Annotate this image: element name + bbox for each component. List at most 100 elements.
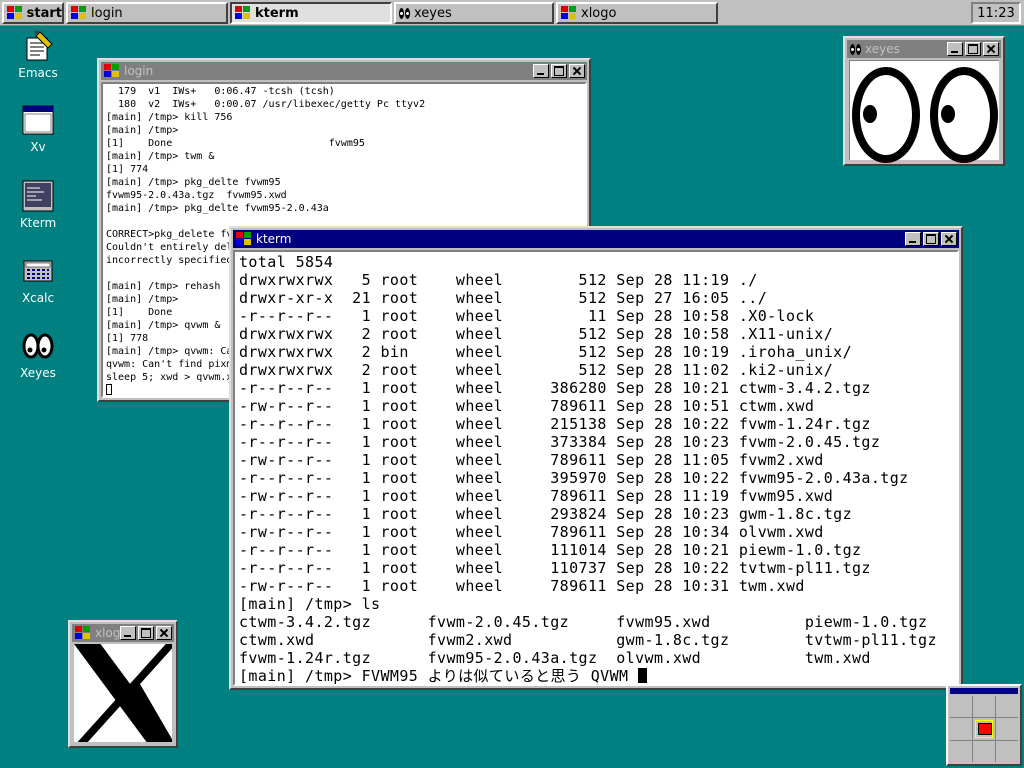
pager-desk[interactable] (950, 718, 972, 740)
text-cursor (106, 384, 112, 395)
xeyes-titlebar[interactable]: xeyes (847, 40, 1001, 58)
xeyes-icon (22, 330, 54, 362)
desktop-icon-xcalc[interactable]: Xcalc (8, 255, 68, 305)
listing-row: -r--r--r-- 1 root wheel 373384 Sep 28 10… (239, 433, 881, 451)
ls-output: ctwm-3.4.2.tgz fvwm-2.0.45.tgz fvwm95.xw… (239, 613, 937, 667)
minimize-button[interactable] (533, 64, 549, 78)
left-eye (852, 67, 920, 163)
xlogo-window[interactable]: xlogo (68, 620, 178, 748)
close-button[interactable] (983, 42, 999, 56)
terminal-line: [1] Done fvwm95 (106, 138, 365, 149)
icon-label: Kterm (19, 216, 57, 230)
xcalc-icon (22, 255, 54, 287)
pager-desk-current[interactable] (973, 718, 995, 740)
window-menu-icon[interactable] (236, 232, 252, 246)
total-line: total 5854 (239, 253, 334, 271)
x-logo-icon (74, 644, 172, 742)
kterm-titlebar[interactable]: kterm (233, 230, 959, 248)
xeyes-icon[interactable] (850, 43, 861, 55)
close-button[interactable] (156, 626, 172, 640)
listing-row: drwxr-xr-x 21 root wheel 512 Sep 27 16:0… (239, 289, 768, 307)
window-menu-icon[interactable] (75, 626, 91, 640)
task-button-login[interactable]: login (66, 2, 228, 24)
minimize-button[interactable] (120, 626, 136, 640)
emacs-icon (22, 30, 54, 62)
task-label: xlogo (581, 5, 617, 21)
desktop-icon-emacs[interactable]: Emacs (8, 30, 68, 80)
listing-row: -rw-r--r-- 1 root wheel 789611 Sep 28 11… (239, 451, 824, 469)
ls-long-listing: drwxrwxrwx 5 root wheel 512 Sep 28 11:19… (239, 271, 909, 595)
minimize-button[interactable] (947, 42, 963, 56)
task-button-xeyes[interactable]: xeyes (394, 2, 554, 24)
task-button-kterm[interactable]: kterm (230, 2, 392, 24)
listing-row: -r--r--r-- 1 root wheel 111014 Sep 28 10… (239, 541, 862, 559)
kterm-icon (22, 180, 54, 212)
terminal-line: 179 v1 IWs+ 0:06.47 -tcsh (tcsh) (106, 86, 335, 97)
listing-row: drwxrwxrwx 2 root wheel 512 Sep 28 10:58… (239, 325, 834, 343)
desktop-icon-kterm[interactable]: Kterm (8, 180, 68, 230)
pager-window-thumb[interactable] (978, 723, 992, 736)
maximize-button[interactable] (923, 232, 939, 246)
xeyes-window[interactable]: xeyes (843, 36, 1005, 166)
xlogo-titlebar[interactable]: xlogo (72, 624, 174, 642)
maximize-button[interactable] (138, 626, 154, 640)
pager-desk[interactable] (996, 718, 1018, 740)
window-title: kterm (256, 232, 292, 246)
close-button[interactable] (569, 64, 585, 78)
maximize-button[interactable] (965, 42, 981, 56)
terminal-line: [main] /tmp> pkg_delte fvwm95 (106, 177, 281, 188)
task-label: login (91, 5, 123, 21)
terminal-line: incorrectly specified?) (106, 255, 245, 266)
listing-row: -rw-r--r-- 1 root wheel 789611 Sep 28 10… (239, 577, 805, 595)
ls-output-row: ctwm-3.4.2.tgz fvwm-2.0.45.tgz fvwm95.xw… (239, 613, 928, 631)
left-pupil (863, 105, 877, 123)
xv-icon (22, 104, 54, 136)
desktop-pager[interactable] (946, 684, 1022, 766)
terminal-line: [main] /tmp> (106, 125, 179, 136)
ls-output-row: fvwm-1.24r.tgz fvwm95-2.0.43a.tgz olvwm.… (239, 649, 871, 667)
close-button[interactable] (941, 232, 957, 246)
login-titlebar[interactable]: login (101, 62, 587, 80)
listing-row: -r--r--r-- 1 root wheel 110737 Sep 28 10… (239, 559, 871, 577)
terminal-line: [main] /tmp> kill 756 (106, 112, 233, 123)
terminal-line: [1] 774 (106, 164, 149, 175)
terminal-line: [main] /tmp> (106, 294, 179, 305)
windows-logo-icon (7, 6, 23, 20)
icon-label: Xcalc (21, 291, 55, 305)
pager-desk[interactable] (996, 740, 1018, 762)
pager-desk[interactable] (973, 696, 995, 718)
terminal-line: 180 v2 IWs+ 0:00.07 /usr/libexec/getty P… (106, 99, 426, 110)
window-menu-icon[interactable] (104, 64, 120, 78)
terminal-line: [main] /tmp> rehash (106, 281, 221, 292)
terminal-output: total 5854 drwxrwxrwx 5 root wheel 512 S… (235, 252, 957, 684)
right-pupil (941, 105, 955, 123)
desktop-icon-xv[interactable]: Xv (8, 104, 68, 154)
maximize-button[interactable] (551, 64, 567, 78)
pager-desk[interactable] (973, 740, 995, 762)
desktop-icon-xeyes[interactable]: Xeyes (8, 330, 68, 380)
kterm-window[interactable]: kterm total 5854 drwxrwxrwx 5 root wheel… (229, 226, 963, 690)
pager-desk[interactable] (996, 696, 1018, 718)
terminal-line: sleep 5; xwd > qvwm.xwd (106, 372, 245, 383)
listing-row: drwxrwxrwx 5 root wheel 512 Sep 28 11:19… (239, 271, 758, 289)
kterm-terminal[interactable]: total 5854 drwxrwxrwx 5 root wheel 512 S… (233, 250, 959, 686)
task-button-xlogo[interactable]: xlogo (556, 2, 718, 24)
window-title: xeyes (865, 42, 900, 56)
app-icon (235, 6, 251, 20)
terminal-line: [main] /tmp> pkg_delte fvwm95-2.0.43a (106, 203, 329, 214)
terminal-line: [main] /tmp> twm & (106, 151, 215, 162)
task-label: xeyes (414, 5, 452, 21)
pager-desk[interactable] (950, 740, 972, 762)
icon-label: Xeyes (20, 366, 56, 380)
start-button[interactable]: start (2, 2, 64, 24)
pager-desk[interactable] (950, 696, 972, 718)
xeyes-canvas[interactable] (849, 60, 999, 163)
minimize-button[interactable] (905, 232, 921, 246)
listing-row: -r--r--r-- 1 root wheel 215138 Sep 28 10… (239, 415, 871, 433)
listing-row: -rw-r--r-- 1 root wheel 789611 Sep 28 10… (239, 523, 824, 541)
listing-row: -rw-r--r-- 1 root wheel 789611 Sep 28 10… (239, 397, 815, 415)
window-title: login (124, 64, 154, 78)
terminal-line: fvwm95-2.0.43a.tgz fvwm95.xwd (106, 190, 287, 201)
app-icon (561, 6, 577, 20)
clock[interactable]: 11:23 (971, 2, 1021, 24)
